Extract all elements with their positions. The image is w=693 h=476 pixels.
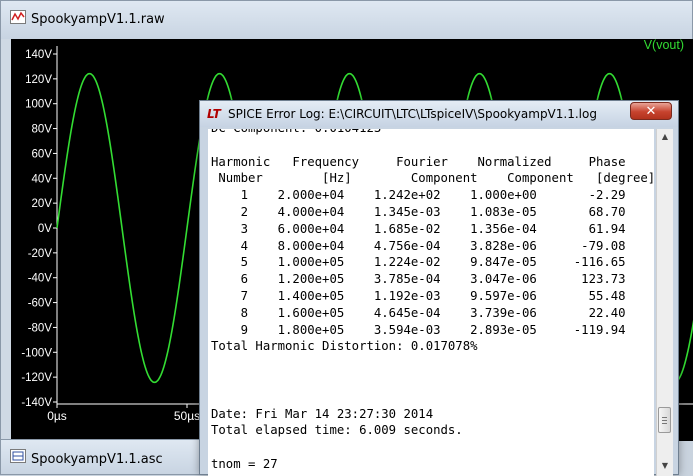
y-tick-label: -120V <box>21 372 52 384</box>
error-log-content: DC Component: 0.0104123 Harmonic Frequen… <box>211 129 654 471</box>
y-tick-label: 140V <box>25 49 52 61</box>
y-tick-label: 20V <box>32 198 53 210</box>
scroll-thumb[interactable] <box>658 407 671 433</box>
schematic-window-title: SpookyampV1.1.asc <box>31 452 163 467</box>
waveform-window-title: SpookyampV1.1.raw <box>31 12 165 27</box>
schematic-window-tab[interactable]: SpookyampV1.1.asc <box>0 439 220 475</box>
close-button[interactable]: ✕ <box>630 102 672 120</box>
y-tick-label: 120V <box>25 74 52 86</box>
y-tick-label: -20V <box>28 248 53 260</box>
y-tick-label: -80V <box>28 322 53 334</box>
grip-line <box>662 423 667 424</box>
y-tick-label: 0V <box>38 223 52 235</box>
error-log-text-area[interactable]: DC Component: 0.0104123 Harmonic Frequen… <box>208 129 654 476</box>
error-log-title: SPICE Error Log: E:\CIRCUIT\LTC\LTspiceI… <box>228 107 597 121</box>
vertical-scrollbar[interactable]: ▲ ▼ <box>656 129 673 476</box>
y-tick-label: 80V <box>32 124 53 136</box>
y-tick-label: -140V <box>21 397 52 409</box>
grip-line <box>662 417 667 418</box>
y-tick-label: -40V <box>28 273 53 285</box>
waveform-titlebar[interactable]: SpookyampV1.1.raw <box>1 1 692 39</box>
y-tick-label: -60V <box>28 298 53 310</box>
waveform-app-icon <box>10 10 26 24</box>
trace-label[interactable]: V(vout) <box>644 39 684 52</box>
x-tick-label: 0µs <box>47 409 67 423</box>
y-tick-label: 100V <box>25 99 52 111</box>
scroll-up-arrow-icon[interactable]: ▲ <box>659 131 671 143</box>
error-log-window[interactable]: LT SPICE Error Log: E:\CIRCUIT\LTC\LTspi… <box>199 100 679 476</box>
close-icon: ✕ <box>645 104 657 119</box>
y-tick-label: 40V <box>32 173 53 185</box>
x-tick-label: 50µs <box>174 409 200 423</box>
lt-logo-icon: LT <box>207 107 221 121</box>
y-tick-label: 60V <box>32 148 53 160</box>
y-tick-label: -100V <box>21 347 52 359</box>
schematic-app-icon <box>10 449 26 463</box>
grip-line <box>662 420 667 421</box>
error-log-titlebar[interactable]: LT SPICE Error Log: E:\CIRCUIT\LTC\LTspi… <box>200 101 678 127</box>
scroll-down-arrow-icon[interactable]: ▼ <box>659 460 671 472</box>
